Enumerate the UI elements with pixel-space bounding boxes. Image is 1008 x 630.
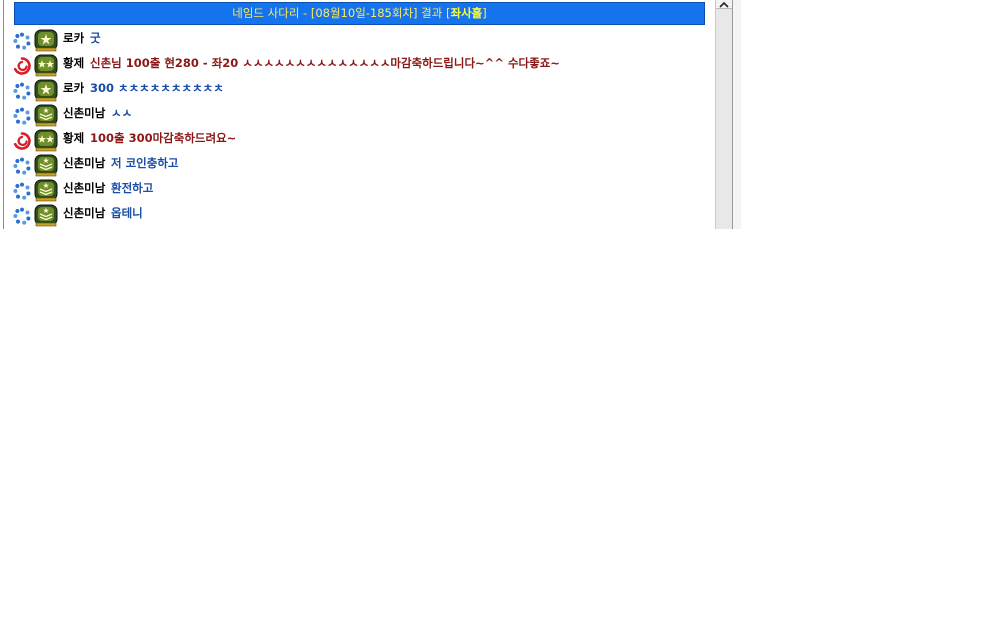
chat-nick[interactable]: 로카 [63, 30, 84, 46]
dotted-ring-icon [13, 157, 31, 175]
chat-message: 로카 300 ㅊㅊㅊㅊㅊㅊㅊㅊㅊㅊ [13, 77, 703, 102]
chat-text: 굿 [90, 31, 101, 45]
vertical-scrollbar[interactable] [715, 0, 733, 229]
star-rank-badge-icon [34, 29, 58, 52]
dotted-ring-icon [13, 32, 31, 50]
chat-nick[interactable]: 신촌미남 [63, 105, 105, 121]
chat-message: 신촌미남 환전하고 [13, 177, 703, 202]
chevron-rank-badge-icon [34, 179, 58, 202]
chevron-rank-badge-icon [34, 204, 58, 227]
chat-nick[interactable]: 신촌미남 [63, 205, 105, 221]
scroll-up-button[interactable] [716, 0, 732, 9]
chevron-rank-badge-icon [34, 154, 58, 177]
chat-text: 100출 300마감축하드려요~ [90, 131, 237, 145]
banner-title-end: ] [482, 6, 487, 20]
chat-area: 네임드 사다리 - [08월10일-185회차] 결과 [좌사홀] 로카 굿 황… [4, 0, 715, 229]
chat-text: 환전하고 [111, 181, 154, 195]
ladder-result-banner: 네임드 사다리 - [08월10일-185회차] 결과 [좌사홀] [14, 2, 705, 25]
banner-title: 네임드 사다리 - [08월10일-185회차] 결과 [ [232, 6, 451, 20]
chat-text: 300 ㅊㅊㅊㅊㅊㅊㅊㅊㅊㅊ [90, 81, 224, 95]
two-star-rank-badge-icon [34, 129, 58, 152]
chat-message: 황제 신촌님 100출 현280 - 좌20 ㅅㅅㅅㅅㅅㅅㅅㅅㅅㅅㅅㅅㅅㅅ마감축… [13, 52, 703, 77]
window-frame-right [732, 0, 741, 229]
swirl-icon [13, 132, 31, 150]
star-rank-badge-icon [34, 79, 58, 102]
chat-text: 저 코인충하고 [111, 156, 179, 170]
chat-messages: 로카 굿 황제 신촌님 100출 현280 - 좌20 ㅅㅅㅅㅅㅅㅅㅅㅅㅅㅅㅅㅅ… [13, 27, 703, 227]
swirl-icon [13, 57, 31, 75]
chevron-rank-badge-icon [34, 104, 58, 127]
banner-result: 좌사홀 [450, 6, 483, 20]
chat-text: ㅅㅅ [111, 106, 133, 120]
chat-nick[interactable]: 황제 [63, 55, 84, 71]
chevron-up-icon [719, 1, 729, 8]
chat-panel: 네임드 사다리 - [08월10일-185회차] 결과 [좌사홀] 로카 굿 황… [0, 0, 741, 229]
two-star-rank-badge-icon [34, 54, 58, 77]
dotted-ring-icon [13, 207, 31, 225]
chat-message: 신촌미남 저 코인충하고 [13, 152, 703, 177]
chat-message: 신촌미남 ㅅㅅ [13, 102, 703, 127]
dotted-ring-icon [13, 107, 31, 125]
chat-text: 옵테니 [111, 206, 143, 220]
chat-nick[interactable]: 로카 [63, 80, 84, 96]
chat-message: 황제 100출 300마감축하드려요~ [13, 127, 703, 152]
chat-message: 로카 굿 [13, 27, 703, 52]
chat-nick[interactable]: 황제 [63, 130, 84, 146]
chat-nick[interactable]: 신촌미남 [63, 180, 105, 196]
dotted-ring-icon [13, 182, 31, 200]
chat-text: 신촌님 100출 현280 - 좌20 ㅅㅅㅅㅅㅅㅅㅅㅅㅅㅅㅅㅅㅅㅅ마감축하드립… [90, 56, 560, 70]
dotted-ring-icon [13, 82, 31, 100]
chat-nick[interactable]: 신촌미남 [63, 155, 105, 171]
chat-message: 신촌미남 옵테니 [13, 202, 703, 227]
